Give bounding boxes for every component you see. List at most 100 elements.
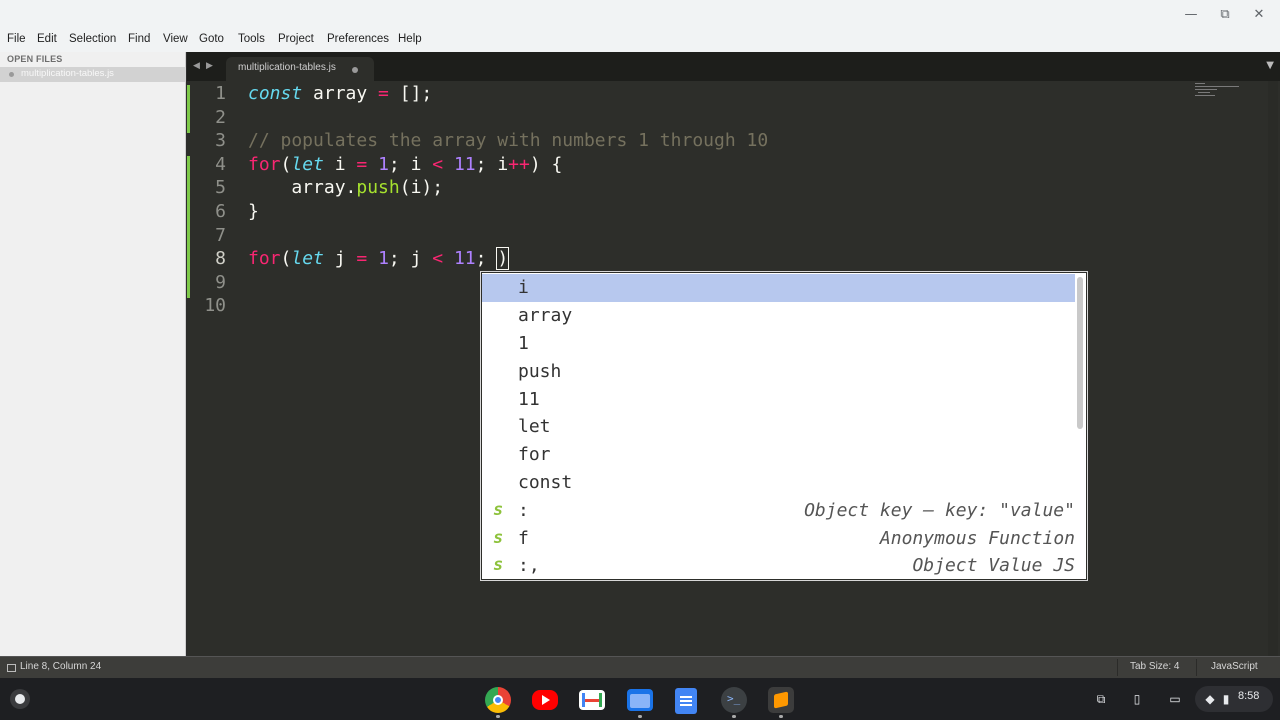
autocomplete-item[interactable]: s f Anonymous Function <box>482 525 1075 553</box>
autocomplete-popup[interactable]: i array 1 push 11 let for const s: Obje… <box>481 272 1087 580</box>
minimize-icon[interactable]: — <box>1180 6 1202 24</box>
item-label: 11 <box>518 389 540 410</box>
os-shelf: >_ ⧉ ▯ ▭ ◆ ▮ 8:58 <box>0 678 1280 720</box>
item-label: i <box>518 277 529 298</box>
code-line: 7 <box>187 225 1187 249</box>
item-label: :, <box>518 555 540 576</box>
autocomplete-item[interactable]: array <box>482 302 1075 330</box>
line-number: 8 <box>215 248 226 270</box>
cursor-position: Line 8, Column 24 <box>20 661 102 672</box>
autocomplete-item[interactable]: for <box>482 441 1075 469</box>
autocomplete-item[interactable]: s : Object key — key: "value" <box>482 497 1075 525</box>
chrome-icon[interactable] <box>485 687 511 713</box>
menu-bar: File Edit Selection Find View Goto Tools… <box>0 30 1280 52</box>
item-hint: Object Value JS <box>912 555 1075 576</box>
tab-multiplication-tables[interactable]: multiplication-tables.js <box>226 57 374 81</box>
item-label: const <box>518 472 573 493</box>
screen-capture-icon[interactable]: ▭ <box>1165 689 1185 709</box>
autocomplete-item[interactable]: 11 <box>482 386 1075 414</box>
autocomplete-item[interactable]: 1 <box>482 330 1075 358</box>
item-label: let <box>518 416 551 437</box>
menu-view[interactable]: View <box>163 33 188 45</box>
code-comment: // populates the array with numbers 1 th… <box>248 130 769 152</box>
gmail-icon[interactable] <box>579 690 605 710</box>
line-number: 9 <box>215 271 226 293</box>
files-icon[interactable] <box>627 689 653 711</box>
sublime-icon[interactable] <box>768 687 794 713</box>
menu-project[interactable]: Project <box>278 33 314 45</box>
line-number: 5 <box>215 177 226 199</box>
tab-dropdown-icon[interactable]: ▼ <box>1266 60 1274 71</box>
open-files-header: OPEN FILES <box>7 54 63 64</box>
status-bar: Line 8, Column 24 Tab Size: 4 JavaScript <box>0 656 1280 678</box>
vertical-scrollbar[interactable] <box>1268 81 1278 656</box>
autocomplete-scrollbar[interactable] <box>1077 277 1083 429</box>
close-icon[interactable]: ✕ <box>1248 6 1270 24</box>
autocomplete-item[interactable]: s :, Object Value JS <box>482 552 1075 580</box>
menu-preferences[interactable]: Preferences <box>327 33 389 45</box>
code-text: array.push(i); <box>248 177 444 199</box>
code-line: 1 const array = []; <box>187 83 1187 107</box>
snippet-kind-icon: s <box>493 555 504 575</box>
line-number: 4 <box>215 153 226 175</box>
sidebar-file-label: multiplication-tables.js <box>21 68 114 79</box>
code-text: for(let j = 1; j < 11; ) <box>248 247 510 271</box>
item-label: f <box>518 528 529 549</box>
code-line-current: 8 for(let j = 1; j < 11; ) <box>187 247 1187 272</box>
terminal-icon[interactable]: >_ <box>721 687 747 713</box>
tab-prev-icon[interactable]: ◀ <box>193 61 200 71</box>
clipboard-icon[interactable]: ⧉ <box>1091 689 1111 709</box>
panel-toggle-icon[interactable] <box>7 664 16 672</box>
unsaved-dot-icon[interactable] <box>352 67 358 73</box>
launcher-icon[interactable] <box>10 689 30 709</box>
code-text: const array = []; <box>248 83 433 104</box>
item-label: : <box>518 500 529 521</box>
status-divider <box>1117 659 1118 676</box>
line-number: 6 <box>215 201 226 222</box>
title-bar: — ⧉ ✕ <box>0 0 1280 30</box>
snippet-kind-icon: s <box>493 500 504 520</box>
youtube-icon[interactable] <box>532 690 558 710</box>
tab-next-icon[interactable]: ▶ <box>206 61 213 71</box>
item-hint: Anonymous Function <box>879 528 1075 549</box>
line-number: 3 <box>215 130 226 152</box>
code-line: 4 for(let i = 1; i < 11; i++) { <box>187 154 1187 178</box>
code-line: 5 array.push(i); <box>187 177 1187 201</box>
tab-label: multiplication-tables.js <box>238 62 336 73</box>
menu-help[interactable]: Help <box>398 33 422 45</box>
autocomplete-item[interactable]: let <box>482 413 1075 441</box>
modified-dot-icon <box>9 72 14 77</box>
code-line: 3 // populates the array with numbers 1 … <box>187 130 1187 154</box>
status-divider <box>1196 659 1197 676</box>
autocomplete-item[interactable]: i <box>482 274 1075 302</box>
autocomplete-item[interactable]: const <box>482 469 1075 497</box>
docs-icon[interactable] <box>675 688 697 714</box>
code-line: 6 } <box>187 201 1187 225</box>
menu-find[interactable]: Find <box>128 33 150 45</box>
syntax-indicator[interactable]: JavaScript <box>1211 661 1258 672</box>
menu-selection[interactable]: Selection <box>69 33 116 45</box>
minimap[interactable] <box>1195 83 1243 99</box>
item-label: for <box>518 444 551 465</box>
item-label: 1 <box>518 333 529 354</box>
battery-icon: ▮ <box>1222 692 1230 706</box>
line-number: 10 <box>204 295 226 317</box>
line-number: 2 <box>215 106 226 128</box>
line-number: 1 <box>215 83 226 104</box>
item-hint: Object key — key: "value" <box>804 500 1075 521</box>
phone-hub-icon[interactable]: ▯ <box>1127 689 1147 709</box>
menu-tools[interactable]: Tools <box>238 33 265 45</box>
snippet-kind-icon: s <box>493 528 504 548</box>
code-line: 2 <box>187 107 1187 131</box>
item-label: array <box>518 305 573 326</box>
tab-size-indicator[interactable]: Tab Size: 4 <box>1130 661 1179 672</box>
sidebar-item-open-file[interactable]: multiplication-tables.js <box>0 67 186 82</box>
code-text: for(let i = 1; i < 11; i++) { <box>248 153 563 175</box>
menu-goto[interactable]: Goto <box>199 33 224 45</box>
menu-file[interactable]: File <box>7 33 26 45</box>
sidebar: OPEN FILES multiplication-tables.js <box>0 52 186 656</box>
menu-edit[interactable]: Edit <box>37 33 57 45</box>
autocomplete-item[interactable]: push <box>482 358 1075 386</box>
line-number: 7 <box>215 224 226 246</box>
maximize-icon[interactable]: ⧉ <box>1214 6 1236 24</box>
